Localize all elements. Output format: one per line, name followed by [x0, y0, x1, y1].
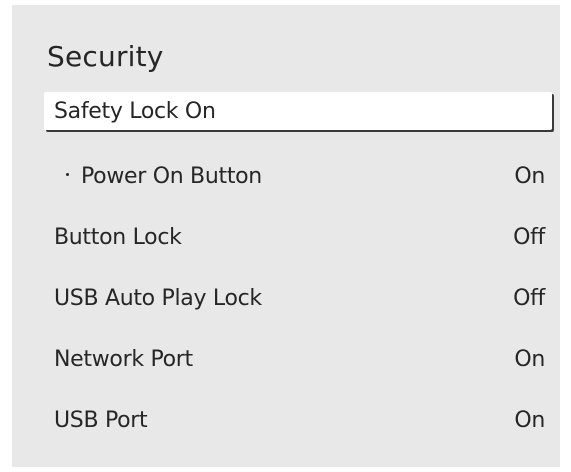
menu-item-label: Button Lock	[54, 224, 182, 250]
menu-item-network-port[interactable]: Network Port On	[44, 340, 552, 378]
menu-item-label: Power On Button	[81, 163, 262, 189]
menu-item-value: Off	[513, 285, 545, 311]
menu-item-button-lock[interactable]: Button Lock Off	[44, 218, 552, 256]
menu-item-label-wrap: Power On Button	[44, 164, 262, 189]
menu-item-usb-auto-play-lock[interactable]: USB Auto Play Lock Off	[44, 279, 552, 317]
menu-item-label: Safety Lock On	[54, 98, 216, 124]
menu-item-usb-port[interactable]: USB Port On	[44, 401, 552, 439]
menu-item-label: USB Auto Play Lock	[54, 285, 262, 311]
menu-title: Security	[47, 40, 164, 73]
menu-item-power-on-button[interactable]: Power On Button On	[44, 157, 552, 195]
menu-item-value: On	[514, 346, 545, 372]
menu-item-value: On	[514, 407, 545, 433]
menu-item-label: Network Port	[54, 346, 193, 372]
bullet-icon	[66, 173, 69, 176]
menu-item-value: On	[514, 163, 545, 189]
menu-item-value: Off	[513, 224, 545, 250]
security-menu-panel: Security Safety Lock On Power On Button …	[12, 5, 560, 467]
menu-item-safety-lock-on[interactable]: Safety Lock On	[44, 92, 552, 130]
menu-item-label: USB Port	[54, 407, 148, 433]
